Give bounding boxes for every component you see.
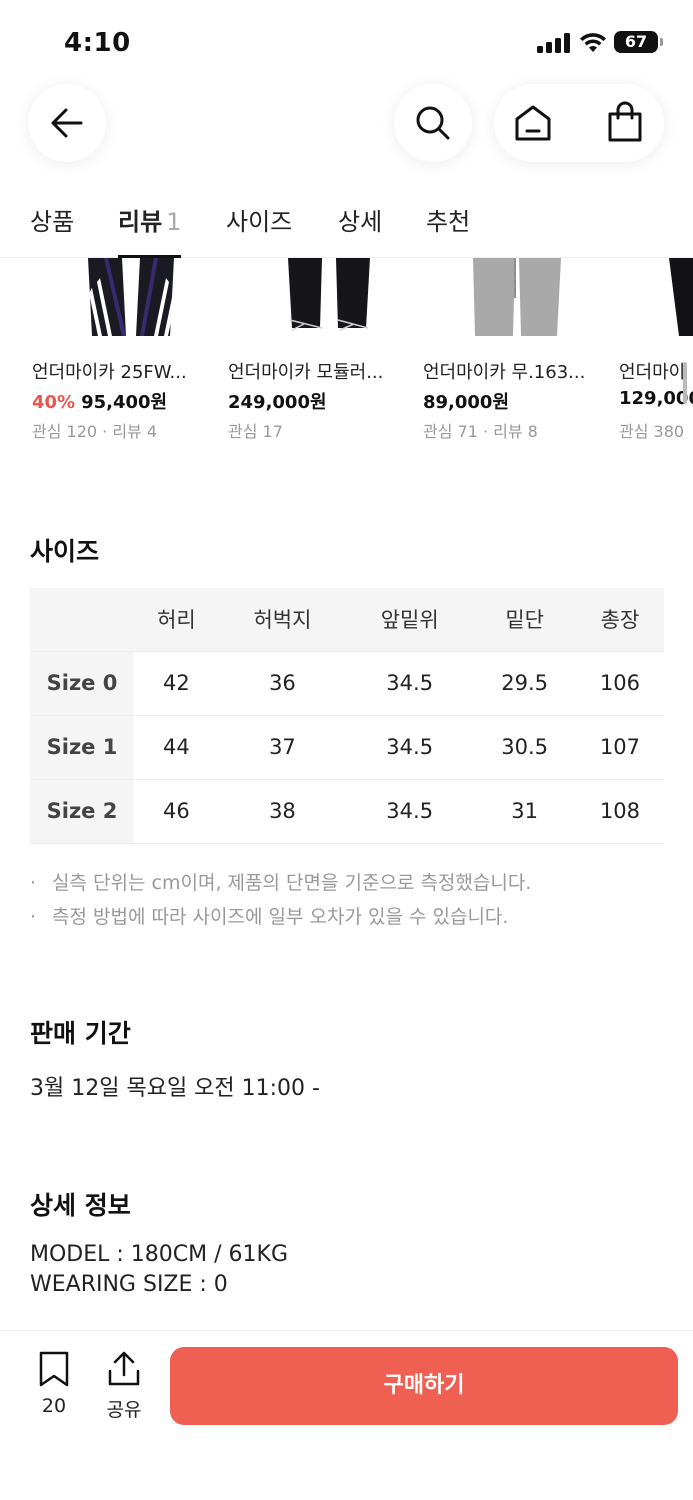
tab-label: 사이즈 bbox=[226, 208, 293, 236]
size-table: 허리 허벅지 앞밑위 밑단 총장 Size 0 42 36 34.5 29.5 … bbox=[30, 588, 664, 844]
product-name: 언더마이 bbox=[619, 362, 686, 383]
cart-button[interactable] bbox=[604, 100, 646, 144]
tab-label: 추천 bbox=[426, 208, 471, 236]
table-row: Size 1 44 37 34.5 30.5 107 bbox=[30, 714, 664, 779]
product-meta: 관심 71 · 리뷰 8 bbox=[423, 422, 538, 441]
status-time: 4:10 bbox=[64, 28, 131, 58]
home-icon bbox=[515, 105, 551, 141]
table-cell: 30.5 bbox=[473, 714, 576, 779]
bookmark-icon bbox=[39, 1351, 69, 1387]
product-price: 95,400원 bbox=[81, 392, 168, 413]
back-button[interactable] bbox=[28, 84, 106, 162]
table-row: Size 2 46 38 34.5 31 108 bbox=[30, 778, 664, 844]
table-cell: 34.5 bbox=[346, 714, 474, 779]
table-row: Size 0 42 36 34.5 29.5 106 bbox=[30, 650, 664, 715]
detail-info-title: 상세 정보 bbox=[30, 1191, 131, 1220]
tab-review[interactable]: 리뷰 1 bbox=[118, 202, 182, 258]
search-button[interactable] bbox=[394, 84, 472, 162]
table-cell: 34.5 bbox=[346, 778, 474, 844]
row-header: Size 0 bbox=[30, 650, 134, 715]
table-cell: 31 bbox=[473, 778, 576, 844]
tab-label: 상품 bbox=[30, 208, 75, 236]
share-icon bbox=[108, 1351, 140, 1386]
table-cell: 107 bbox=[575, 714, 664, 779]
table-cell: 44 bbox=[134, 714, 219, 779]
review-count: 1 bbox=[166, 208, 182, 236]
product-image bbox=[473, 258, 561, 336]
shopping-bag-icon bbox=[608, 101, 642, 142]
row-header: Size 2 bbox=[30, 778, 134, 844]
table-cell: 38 bbox=[218, 778, 347, 844]
note-item: 측정 방법에 따라 사이즈에 일부 오차가 있을 수 있습니다. bbox=[30, 900, 531, 934]
table-corner bbox=[30, 588, 134, 651]
tab-label: 상세 bbox=[338, 208, 383, 236]
table-header-row: 허리 허벅지 앞밑위 밑단 총장 bbox=[30, 588, 664, 651]
column-header: 총장 bbox=[575, 588, 664, 651]
table-cell: 42 bbox=[134, 650, 219, 715]
status-bar: 4:10 67 bbox=[0, 0, 693, 80]
discount-rate: 40% bbox=[32, 392, 76, 413]
product-price: 249,000원 bbox=[228, 392, 327, 413]
product-price: 129,000 bbox=[619, 388, 693, 409]
size-notes: 실측 단위는 cm이며, 제품의 단면을 기준으로 측정했습니다. 측정 방법에… bbox=[30, 866, 531, 934]
share-label: 공유 bbox=[106, 1399, 142, 1421]
tab-label: 리뷰 bbox=[118, 208, 163, 236]
table-cell: 29.5 bbox=[473, 650, 576, 715]
section-tabs: 상품 리뷰 1 사이즈 상세 추천 bbox=[0, 196, 693, 258]
product-meta: 관심 17 bbox=[228, 422, 283, 441]
product-image bbox=[88, 258, 177, 336]
product-price: 89,000원 bbox=[423, 392, 510, 413]
wearing-size-info: WEARING SIZE : 0 bbox=[30, 1272, 228, 1297]
product-image bbox=[288, 258, 370, 331]
table-cell: 37 bbox=[218, 714, 347, 779]
search-icon bbox=[416, 106, 450, 140]
sale-period-text: 3월 12일 목요일 오전 11:00 - bbox=[30, 1076, 320, 1101]
top-navigation bbox=[0, 80, 693, 180]
home-button[interactable] bbox=[512, 102, 554, 144]
scrollbar[interactable] bbox=[683, 362, 687, 404]
tab-detail[interactable]: 상세 bbox=[338, 202, 382, 258]
cellular-signal-icon bbox=[537, 33, 571, 53]
model-info: MODEL : 180CM / 61KG bbox=[30, 1242, 288, 1267]
column-header: 허리 bbox=[134, 588, 219, 651]
bottom-action-bar: 20 공유 구매하기 bbox=[0, 1330, 693, 1500]
table-cell: 106 bbox=[575, 650, 664, 715]
bookmark-button[interactable]: 20 bbox=[30, 1351, 78, 1417]
column-header: 앞밑위 bbox=[346, 588, 474, 651]
note-item: 실측 단위는 cm이며, 제품의 단면을 기준으로 측정했습니다. bbox=[30, 866, 531, 900]
wifi-icon bbox=[580, 33, 606, 52]
product-meta: 관심 120 · 리뷰 4 bbox=[32, 422, 158, 441]
nav-actions-pill bbox=[494, 84, 664, 162]
table-cell: 108 bbox=[575, 778, 664, 844]
buy-button[interactable]: 구매하기 bbox=[170, 1347, 678, 1425]
tab-product[interactable]: 상품 bbox=[30, 202, 74, 258]
product-name: 언더마이카 25FW... bbox=[32, 362, 187, 383]
row-header: Size 1 bbox=[30, 714, 134, 779]
size-section-title: 사이즈 bbox=[30, 537, 100, 566]
product-meta: 관심 380 bbox=[619, 422, 685, 441]
share-button[interactable]: 공유 bbox=[100, 1351, 148, 1422]
recommended-products-strip: 언더마이카 25FW... 40% 95,400원 관심 120 · 리뷰 4 언… bbox=[0, 258, 693, 458]
tab-size[interactable]: 사이즈 bbox=[226, 202, 292, 258]
battery-indicator: 67 bbox=[614, 31, 663, 53]
table-cell: 36 bbox=[218, 650, 347, 715]
tab-recommend[interactable]: 추천 bbox=[426, 202, 470, 258]
bookmark-count: 20 bbox=[41, 1395, 67, 1417]
table-cell: 46 bbox=[134, 778, 219, 844]
column-header: 허벅지 bbox=[218, 588, 347, 651]
sale-period-title: 판매 기간 bbox=[30, 1019, 131, 1048]
product-image bbox=[669, 258, 693, 336]
arrow-left-icon bbox=[51, 108, 83, 138]
product-name: 언더마이카 모듈러... bbox=[228, 362, 384, 383]
product-name: 언더마이카 무.163... bbox=[423, 362, 586, 383]
product-price-row: 40% 95,400원 bbox=[32, 388, 167, 414]
column-header: 밑단 bbox=[473, 588, 576, 651]
table-cell: 34.5 bbox=[346, 650, 474, 715]
